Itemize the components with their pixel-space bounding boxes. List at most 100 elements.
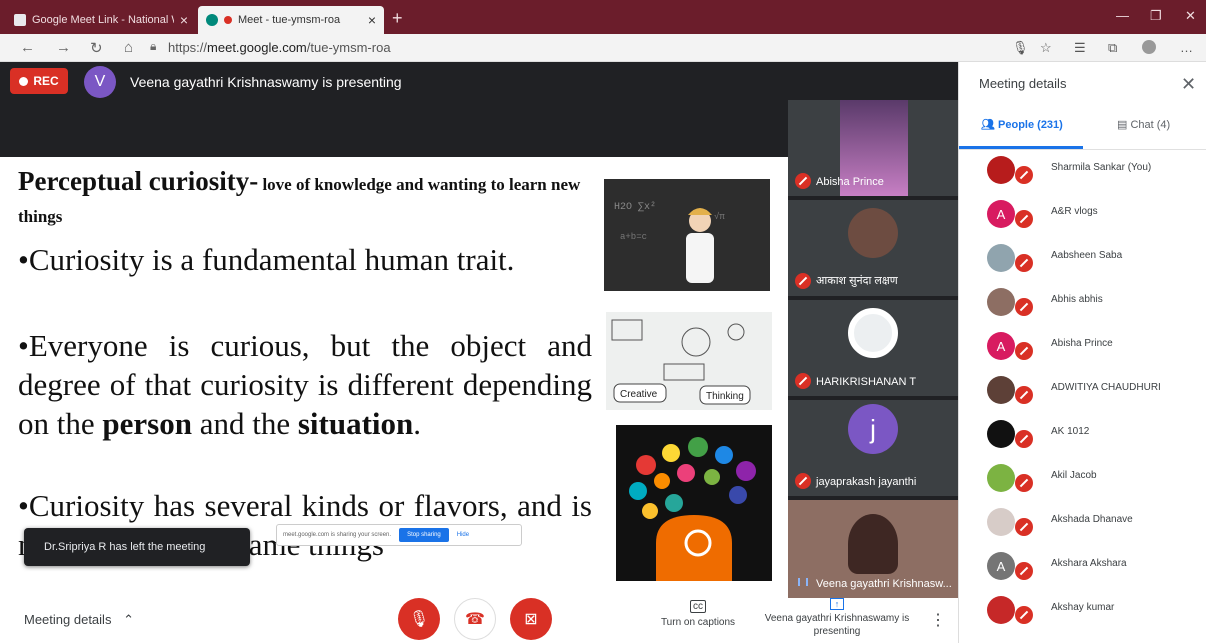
participant-name: Akshay kumar (1051, 602, 1115, 613)
participant-video (848, 208, 898, 258)
avatar (987, 376, 1015, 404)
participant-name: Sharmila Sankar (You) (1051, 162, 1152, 173)
new-tab-icon[interactable]: + (392, 8, 403, 29)
participant-row[interactable]: A A&R vlogs (959, 196, 1206, 240)
participant-row[interactable]: Akshada Dhanave (959, 504, 1206, 548)
participant-tile[interactable]: Abisha Prince (788, 100, 958, 196)
participant-row[interactable]: A Abisha Prince (959, 328, 1206, 372)
participant-name: Aabsheen Saba (1051, 250, 1123, 261)
participant-row[interactable]: Akil Jacob (959, 460, 1206, 504)
tab-chat[interactable]: ▤ Chat (4) (1117, 118, 1170, 131)
captions-button[interactable]: cc Turn on captions (652, 600, 744, 628)
tab-people[interactable]: 👥︎ People (231) (981, 118, 1063, 131)
participant-row[interactable]: Sharmila Sankar (You) (959, 152, 1206, 196)
thinking-label: Thinking (706, 391, 744, 402)
avatar: A (987, 200, 1015, 228)
presenting-button[interactable]: ↑ Veena gayathri Krishnaswamy is present… (760, 598, 914, 638)
url-path: /tue-ymsm-roa (306, 40, 391, 55)
camera-off-icon: ⊠ (524, 611, 538, 628)
mic-off-icon (795, 373, 811, 389)
hangup-icon: ☎︎ (465, 611, 485, 628)
participant-row[interactable]: Akshay kumar (959, 592, 1206, 636)
participant-name: jayaprakash jayanthi (816, 476, 917, 488)
profile-icon[interactable] (1142, 40, 1156, 54)
mic-off-icon (1015, 386, 1033, 404)
mic-off-icon (1015, 430, 1033, 448)
avatar: A (987, 332, 1015, 360)
close-icon[interactable]: ✕ (1181, 74, 1196, 95)
mic-off-icon: 🎙︎ (408, 611, 430, 628)
mic-off-icon (795, 473, 811, 489)
participant-tile[interactable]: Veena gayathri Krishnasw... (788, 500, 958, 598)
leave-call-button[interactable]: ☎︎ (454, 598, 496, 640)
mic-off-icon (1015, 518, 1033, 536)
favorite-star-icon[interactable]: ☆ (1040, 40, 1052, 56)
recording-badge: REC (10, 68, 68, 94)
collections-icon[interactable]: ⧉ (1108, 40, 1117, 56)
meeting-details-label: Meeting details (24, 612, 112, 627)
meet-stage: REC V Veena gayathri Krishnaswamy is pre… (0, 62, 958, 598)
url-prefix: https:// (168, 40, 208, 55)
participant-tile[interactable]: j jayaprakash jayanthi (788, 400, 958, 496)
participant-row[interactable]: Aabsheen Saba (959, 240, 1206, 284)
mic-off-icon (1015, 342, 1033, 360)
minimize-icon[interactable]: — (1116, 8, 1129, 23)
more-options-icon[interactable]: ⋮ (930, 610, 946, 630)
presenter-avatar: V (84, 66, 116, 98)
chat-tab-label: Chat (4) (1130, 119, 1171, 131)
mic-off-icon (1015, 474, 1033, 492)
participant-tile[interactable]: HARIKRISHANAN T (788, 300, 958, 396)
presenting-label: Veena gayathri Krishnaswamy is presentin… (764, 613, 910, 637)
participant-avatar: j (848, 404, 898, 454)
participant-row[interactable]: AK 1012 (959, 416, 1206, 460)
participant-name: Akshada Dhanave (1051, 514, 1133, 525)
stop-sharing-button[interactable]: Stop sharing (399, 528, 449, 542)
close-tab-icon[interactable]: × (368, 12, 376, 28)
record-dot-icon (19, 76, 29, 86)
participant-name: AK 1012 (1051, 426, 1090, 437)
recording-dot-icon (224, 16, 232, 24)
microphone-icon[interactable]: 🎙︎ (1012, 40, 1029, 56)
favorites-list-icon[interactable]: ☰ (1074, 40, 1086, 56)
participant-row[interactable]: A Akshara Akshara (959, 548, 1206, 592)
participant-row[interactable]: ADWITIYA CHAUDHURI (959, 372, 1206, 416)
home-icon[interactable]: ⌂ (124, 39, 133, 56)
forward-icon[interactable]: → (56, 39, 71, 56)
slide-title: Perceptual curiosity- love of knowledge … (18, 165, 598, 230)
participant-name: आकाश सुनंदा लक्षण (816, 275, 898, 287)
close-window-icon[interactable]: ✕ (1185, 8, 1196, 24)
participant-tiles: Abisha Prince आकाश सुनंदा लक्षण HARIKRIS… (788, 100, 958, 598)
mic-off-icon (1015, 298, 1033, 316)
tab-label: Google Meet Link - National W... (32, 14, 174, 26)
slide-bullet: •Everyone is curious, but the object and… (18, 327, 592, 443)
participant-row[interactable]: Abhis abhis (959, 284, 1206, 328)
more-menu-icon[interactable]: … (1180, 40, 1193, 55)
browser-tab-inactive[interactable]: Google Meet Link - National W... × (6, 6, 196, 34)
presenter-video (848, 514, 898, 574)
url-field[interactable]: https://meet.google.com/tue-ymsm-roa (168, 40, 391, 55)
back-icon[interactable]: ← (20, 39, 35, 56)
meeting-details-toggle[interactable]: Meeting details ⌃ (24, 612, 134, 628)
close-tab-icon[interactable]: × (180, 12, 188, 28)
restore-icon[interactable]: ❐ (1150, 8, 1162, 24)
tab-label: Meet - tue-ymsm-roa (238, 14, 341, 26)
participant-video (848, 308, 898, 358)
refresh-icon[interactable]: ↻ (90, 39, 103, 57)
present-screen-icon: ↑ (830, 598, 844, 610)
lock-icon: 🔒︎ (150, 39, 157, 53)
participant-tile[interactable]: आकाश सुनंदा लक्षण (788, 200, 958, 296)
divider (959, 149, 1206, 150)
hide-share-bar-button[interactable]: Hide (457, 532, 469, 538)
mic-off-icon (1015, 254, 1033, 272)
browser-tab-strip: Google Meet Link - National W... × Meet … (0, 0, 1206, 34)
creative-thinking-image: Creative Thinking (606, 312, 772, 410)
svg-text:√π: √π (714, 211, 725, 222)
captions-label: Turn on captions (660, 617, 736, 628)
browser-tab-active[interactable]: Meet - tue-ymsm-roa × (198, 6, 384, 34)
svg-text:H2O ∑x²: H2O ∑x² (614, 202, 656, 213)
chevron-up-icon: ⌃ (123, 612, 134, 627)
mic-off-icon (1015, 562, 1033, 580)
camera-toggle-button[interactable]: ⊠ (510, 598, 552, 640)
mic-toggle-button[interactable]: 🎙︎ (398, 598, 440, 640)
participant-name: Abisha Prince (1051, 338, 1113, 349)
